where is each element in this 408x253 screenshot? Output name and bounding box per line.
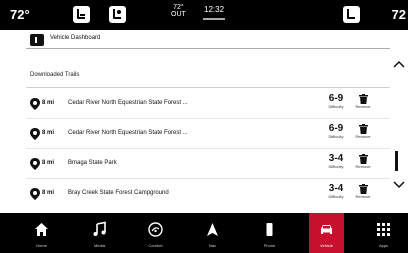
difficulty-value: 6-9 [328,93,344,104]
difficulty-label: Difficulty [328,164,344,169]
remove-label: Remove [355,104,371,109]
nav-apps-label: Apps [378,243,389,248]
map-pin-icon [30,128,40,140]
trail-name: Cedar River North Equestrian State Fores… [68,100,188,106]
difficulty-label: Difficulty [328,194,344,199]
remove-button[interactable]: Remove [352,154,374,170]
phone-icon [266,223,273,236]
map-pin-icon [30,158,40,170]
trail-distance: 8 mi [42,100,55,106]
trail-difficulty: 6-9 Difficulty [324,124,348,140]
difficulty-label: Difficulty [328,134,344,139]
map-pin-icon [30,188,40,200]
nav-navigation-label: Nav [208,243,217,248]
chevron-up-icon[interactable] [393,60,405,68]
outside-temp-label: OUT [171,11,186,18]
nav-home[interactable]: Home [24,213,59,253]
seat-cool-icon[interactable] [109,6,126,23]
remove-button[interactable]: Remove [352,184,374,200]
outside-temperature: 72° OUT [171,4,186,18]
difficulty-label: Difficulty [328,104,344,109]
trail-row[interactable]: 8 mi Cedar River North Equestrian State … [26,119,390,149]
trash-icon [358,154,368,164]
nav-home-label: Home [36,243,47,248]
status-bar: 72° 72° OUT 12:32 72 [0,0,408,30]
trail-distance: 8 mi [42,160,55,166]
remove-label: Remove [355,164,371,169]
downloaded-trails-panel: Downloaded Trails 8 mi Cedar River North… [26,63,390,211]
passenger-temperature[interactable]: 72 [392,7,406,22]
trash-icon [358,124,368,134]
trail-name: Cedar River North Equestrian State Fores… [68,130,188,136]
seat-heat-icon[interactable] [73,6,90,23]
scrollbar-thumb[interactable] [395,151,398,171]
remove-label: Remove [355,134,371,139]
trash-icon [358,184,368,194]
comfort-icon [148,222,163,237]
header-divider [26,48,390,49]
navigation-arrow-icon [207,223,218,236]
nav-phone-label: Phone [263,243,276,248]
nav-apps[interactable]: Apps [366,213,401,253]
chevron-down-icon[interactable] [393,181,405,189]
nav-comfort-label: Comfort [148,243,163,248]
remove-label: Remove [355,194,371,199]
nav-media-label: Media [94,243,105,248]
trail-difficulty: 3-4 Difficulty [324,184,348,200]
music-note-icon [93,221,106,236]
trail-difficulty: 3-4 Difficulty [324,154,348,170]
back-icon[interactable] [30,34,44,46]
clock: 12:32 [204,5,225,14]
trail-name: Bmaga State Park [68,160,117,166]
apps-grid-icon [377,223,390,236]
nav-phone[interactable]: Phone [252,213,287,253]
trail-row[interactable]: 8 mi Bmaga State Park 3-4 Difficulty Rem… [26,149,390,179]
nav-vehicle[interactable]: Vehicle [309,213,344,253]
nav-comfort[interactable]: Comfort [138,213,173,253]
remove-button[interactable]: Remove [352,94,374,110]
difficulty-value: 3-4 [328,183,344,194]
trail-row[interactable]: 8 mi Bray Creek State Forest Campground … [26,179,390,208]
nav-vehicle-label: Vehicle [320,243,333,248]
section-divider [26,87,390,88]
outside-temp-value: 72° [173,4,184,11]
bottom-nav: Home Media Comfort Nav Phone Vehicle App… [0,213,408,253]
difficulty-value: 6-9 [328,123,344,134]
trail-distance: 8 mi [42,190,55,196]
remove-button[interactable]: Remove [352,124,374,140]
section-title: Downloaded Trails [30,72,80,78]
vehicle-icon [321,225,332,234]
nav-navigation[interactable]: Nav [195,213,230,253]
trail-name: Bray Creek State Forest Campground [68,190,169,196]
difficulty-value: 3-4 [328,153,344,164]
trail-list: 8 mi Cedar River North Equestrian State … [26,89,390,208]
trash-icon [358,94,368,104]
driver-temperature[interactable]: 72° [10,7,30,22]
map-pin-icon [30,98,40,110]
app-header: Vehicle Dashboard [30,34,390,46]
trail-row[interactable]: 8 mi Cedar River North Equestrian State … [26,89,390,119]
passenger-seat-icon[interactable] [343,6,360,23]
trail-distance: 8 mi [42,130,55,136]
page-title: Vehicle Dashboard [50,35,101,41]
clock-underline [203,18,225,20]
trail-difficulty: 6-9 Difficulty [324,94,348,110]
home-icon [35,223,48,236]
nav-media[interactable]: Media [82,213,117,253]
